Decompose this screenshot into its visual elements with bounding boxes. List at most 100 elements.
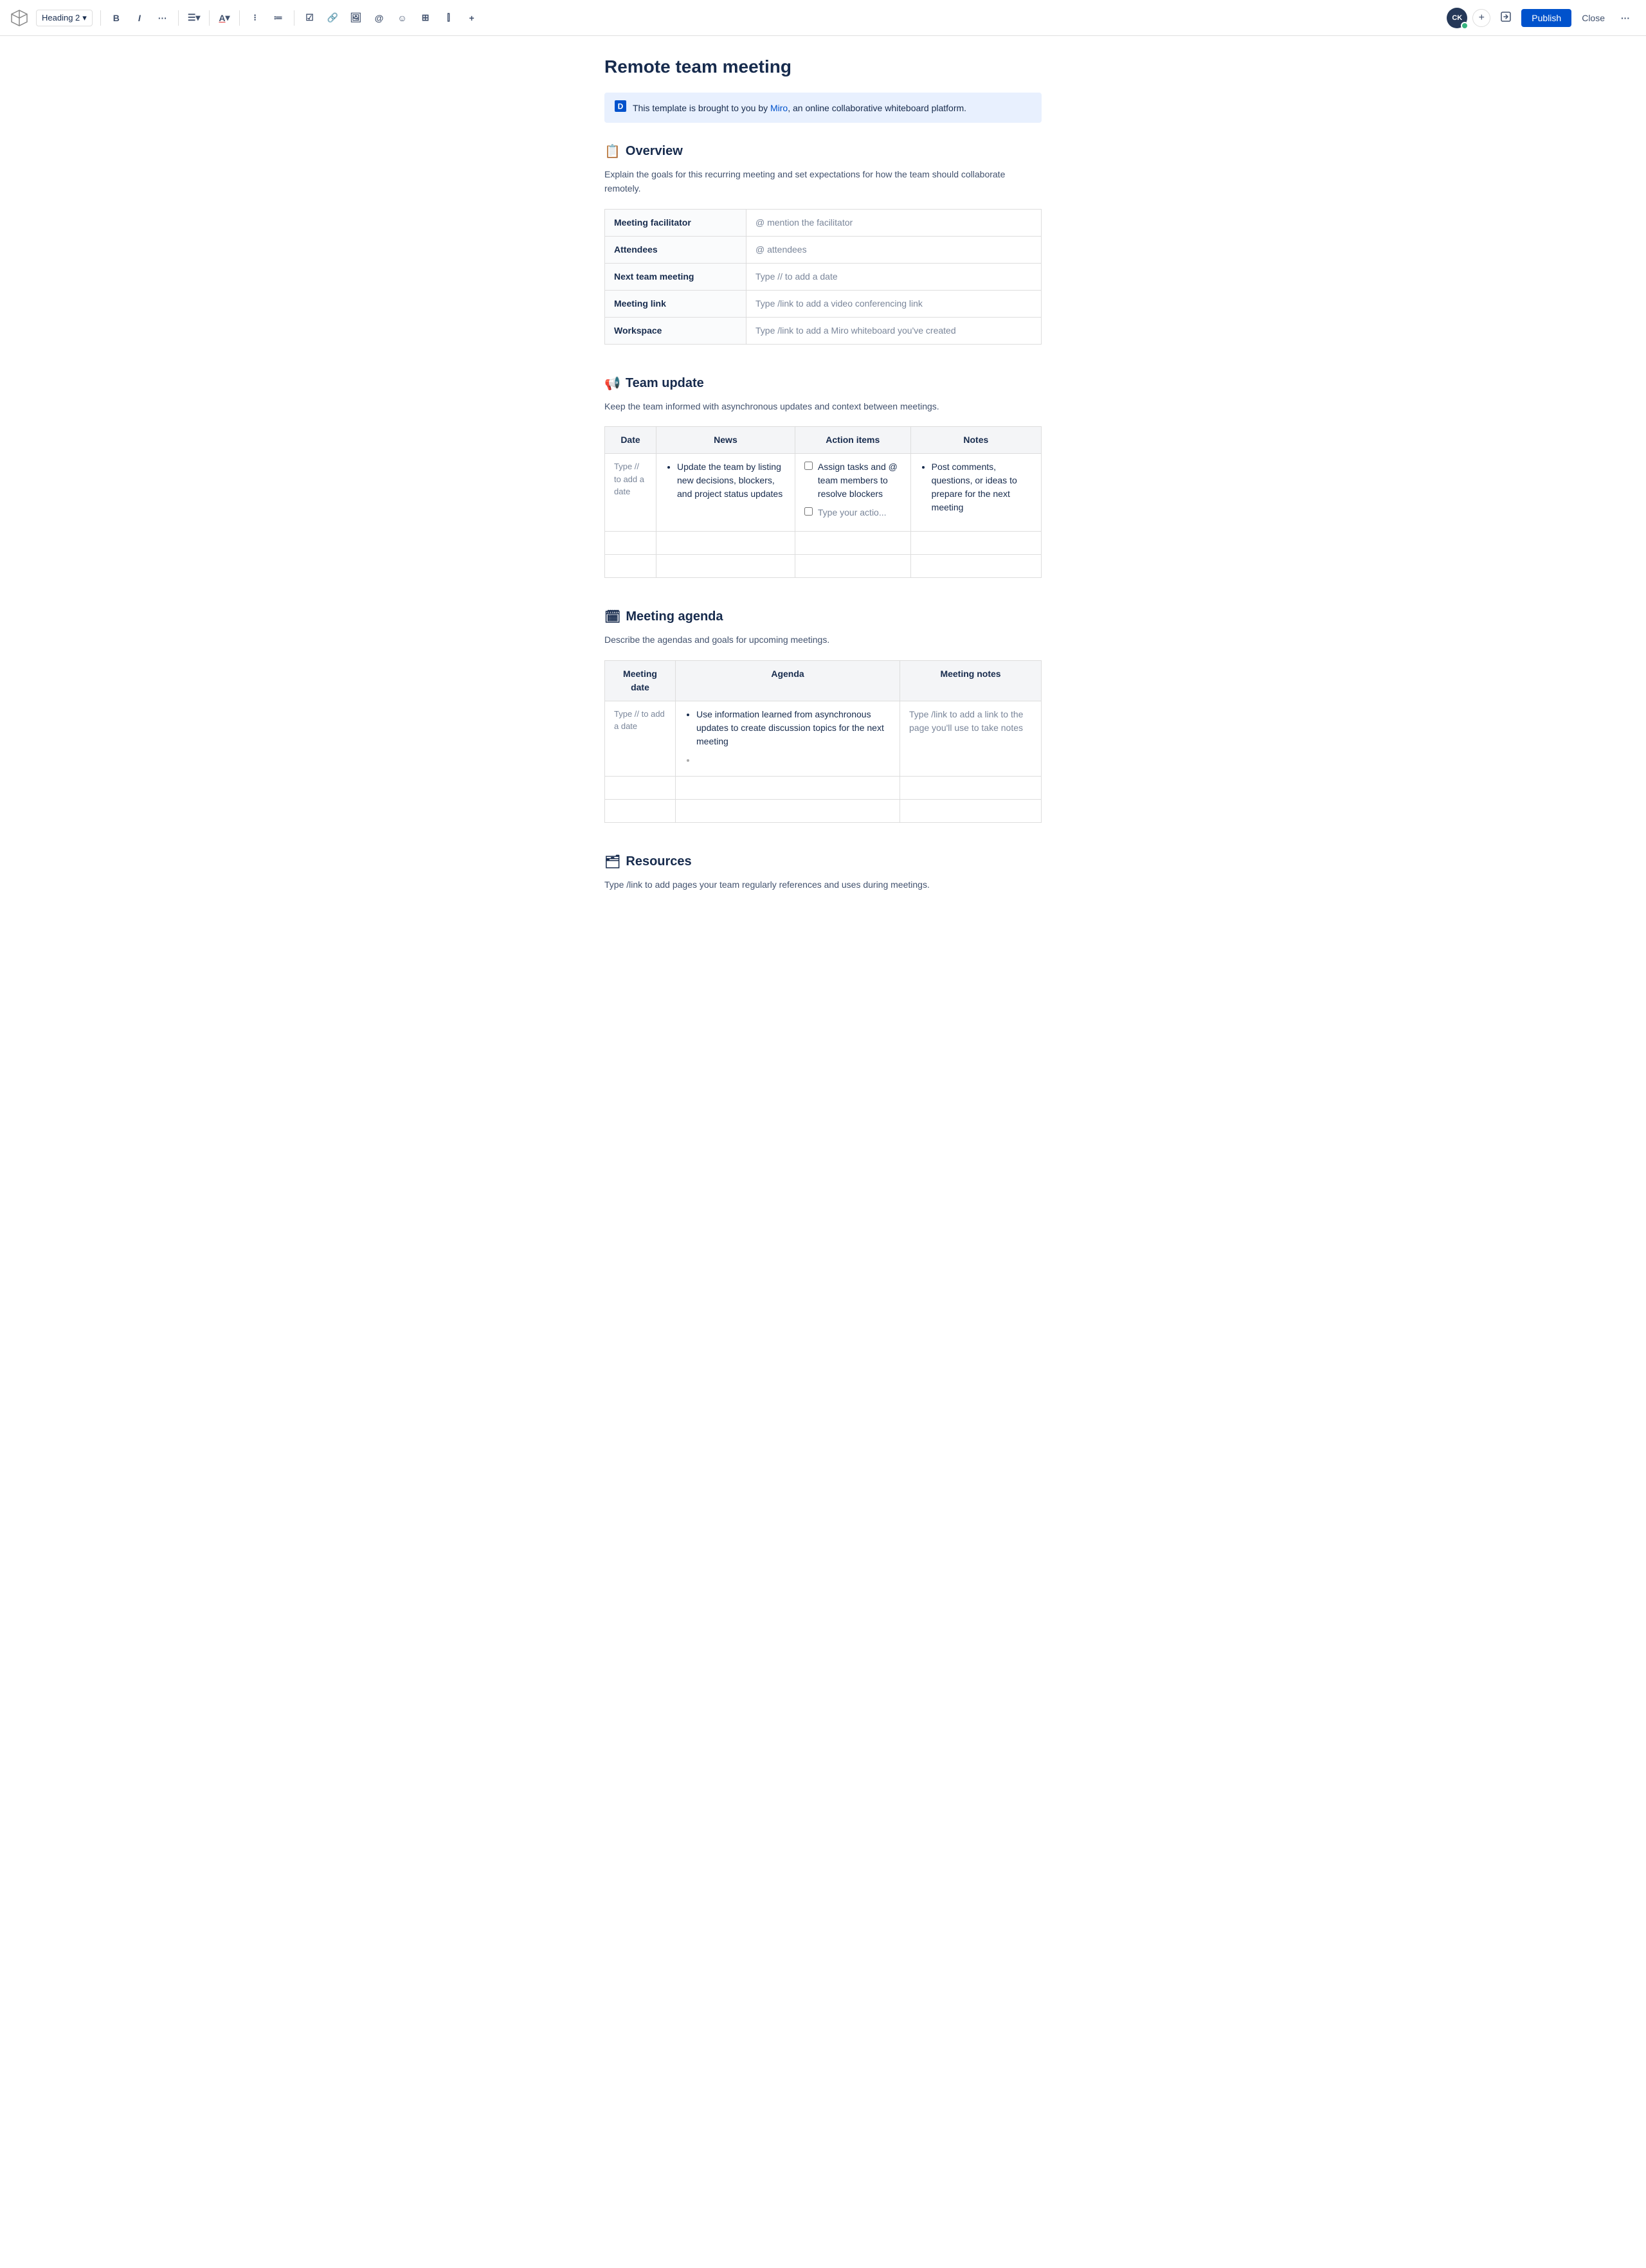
bold-button[interactable]: B xyxy=(106,8,127,28)
meeting-agenda-heading: 🗓 Meeting agenda xyxy=(604,609,1042,625)
label-meeting-link: Meeting link xyxy=(605,290,746,317)
close-button[interactable]: Close xyxy=(1577,9,1610,27)
th-news: News xyxy=(656,427,795,454)
task-button[interactable]: ☑ xyxy=(300,8,320,28)
team-update-actions[interactable]: Assign tasks and @ team members to resol… xyxy=(795,454,910,532)
text-color-button[interactable]: A ▾ xyxy=(215,8,233,28)
list-item: Post comments, questions, or ideas to pr… xyxy=(932,460,1032,514)
columns-button[interactable]: ⫿ xyxy=(439,8,459,28)
overflow-menu-button[interactable]: ··· xyxy=(1615,8,1636,28)
table-button[interactable]: ⊞ xyxy=(415,8,436,28)
meeting-agenda-description: Describe the agendas and goals for upcom… xyxy=(604,633,1042,647)
th-notes: Notes xyxy=(910,427,1041,454)
th-date: Date xyxy=(605,427,656,454)
share-button[interactable] xyxy=(1496,8,1516,28)
link-icon: 🔗 xyxy=(327,12,338,23)
image-icon: 🖼 xyxy=(350,12,362,23)
agenda-items[interactable]: Use information learned from asynchronou… xyxy=(676,701,900,776)
insert-button[interactable]: + xyxy=(462,8,482,28)
toolbar-right: CK + Publish Close ··· xyxy=(1447,8,1636,28)
align-button[interactable]: ☰ ▾ xyxy=(184,8,204,28)
toolbar: Heading 2 ▾ B I ··· ☰ ▾ A ▾ ⁝ ≔ ☑ 🔗 🖼 @ … xyxy=(0,0,1646,36)
link-button[interactable]: 🔗 xyxy=(323,8,343,28)
overview-emoji: 📋 xyxy=(604,143,620,159)
value-meeting-facilitator[interactable]: @ mention the facilitator xyxy=(746,209,1042,236)
app-logo[interactable] xyxy=(10,9,28,27)
agenda-row-empty-1 xyxy=(605,776,1042,799)
avatar-status-badge xyxy=(1461,22,1469,30)
table-row: Meeting facilitator @ mention the facili… xyxy=(605,209,1042,236)
overview-table: Meeting facilitator @ mention the facili… xyxy=(604,209,1042,345)
chevron-down-icon-align: ▾ xyxy=(195,12,200,23)
team-update-heading: 📢 Team update xyxy=(604,375,1042,392)
svg-text:D: D xyxy=(618,102,624,111)
list-item: Use information learned from asynchronou… xyxy=(696,708,891,748)
numbered-list-button[interactable]: ≔ xyxy=(268,8,289,28)
agenda-row-empty-2 xyxy=(605,799,1042,822)
team-update-date[interactable]: Type // to add a date xyxy=(605,454,656,532)
action-item-1: Assign tasks and @ team members to resol… xyxy=(804,460,901,501)
mention-button[interactable]: @ xyxy=(369,8,390,28)
heading-selector[interactable]: Heading 2 ▾ xyxy=(36,10,93,26)
meeting-agenda-section: 🗓 Meeting agenda Describe the agendas an… xyxy=(604,609,1042,822)
table-icon: ⊞ xyxy=(422,12,430,23)
team-update-table: Date News Action items Notes Type // to … xyxy=(604,426,1042,578)
value-workspace[interactable]: Type /link to add a Miro whiteboard you'… xyxy=(746,317,1042,344)
value-next-meeting[interactable]: Type // to add a date xyxy=(746,263,1042,290)
miro-link[interactable]: Miro xyxy=(770,103,788,113)
meeting-agenda-table: Meeting date Agenda Meeting notes Type /… xyxy=(604,660,1042,823)
table-row: Attendees @ attendees xyxy=(605,236,1042,263)
agenda-notes[interactable]: Type /link to add a link to the page you… xyxy=(900,701,1042,776)
label-attendees: Attendees xyxy=(605,236,746,263)
page-title[interactable]: Remote team meeting xyxy=(604,57,1042,77)
label-workspace: Workspace xyxy=(605,317,746,344)
heading-selector-label: Heading 2 xyxy=(42,13,80,22)
table-header-row: Date News Action items Notes xyxy=(605,427,1042,454)
overview-section: 📋 Overview Explain the goals for this re… xyxy=(604,143,1042,345)
value-attendees[interactable]: @ attendees xyxy=(746,236,1042,263)
th-meeting-notes: Meeting notes xyxy=(900,660,1042,701)
table-row-empty-1 xyxy=(605,532,1042,555)
agenda-meeting-date[interactable]: Type // to add a date xyxy=(605,701,676,776)
emoji-icon: ☺ xyxy=(397,13,406,23)
team-update-news[interactable]: Update the team by listing new decisions… xyxy=(656,454,795,532)
divider-1 xyxy=(100,10,101,26)
list-item-empty[interactable] xyxy=(696,753,891,767)
bullet-list-icon: ⁝ xyxy=(253,12,256,23)
table-row: Next team meeting Type // to add a date xyxy=(605,263,1042,290)
page-content: Remote team meeting D This template is b… xyxy=(579,36,1067,974)
table-row: Type // to add a date Update the team by… xyxy=(605,454,1042,532)
action-checkbox-2[interactable] xyxy=(804,507,813,516)
columns-icon: ⫿ xyxy=(447,12,449,23)
info-banner: D This template is brought to you by Mir… xyxy=(604,93,1042,123)
action-placeholder-2: Type your actio... xyxy=(818,506,887,519)
task-icon: ☑ xyxy=(305,12,314,23)
team-update-notes[interactable]: Post comments, questions, or ideas to pr… xyxy=(910,454,1041,532)
plus-icon-add: + xyxy=(1479,12,1485,24)
table-row-empty-2 xyxy=(605,555,1042,578)
th-agenda: Agenda xyxy=(676,660,900,701)
image-button[interactable]: 🖼 xyxy=(346,8,366,28)
th-action-items: Action items xyxy=(795,427,910,454)
emoji-button[interactable]: ☺ xyxy=(392,8,413,28)
publish-button[interactable]: Publish xyxy=(1521,9,1571,27)
resources-description: Type /link to add pages your team regula… xyxy=(604,878,1042,892)
chevron-down-icon-color: ▾ xyxy=(226,12,230,23)
value-meeting-link[interactable]: Type /link to add a video conferencing l… xyxy=(746,290,1042,317)
avatar[interactable]: CK xyxy=(1447,8,1467,28)
overview-description: Explain the goals for this recurring mee… xyxy=(604,167,1042,196)
bullet-list-button[interactable]: ⁝ xyxy=(245,8,266,28)
divider-4 xyxy=(239,10,240,26)
table-row: Meeting link Type /link to add a video c… xyxy=(605,290,1042,317)
resources-heading: 🗂 Resources xyxy=(604,854,1042,870)
chevron-down-icon: ▾ xyxy=(82,13,87,23)
action-checkbox-1[interactable] xyxy=(804,462,813,470)
table-row: Workspace Type /link to add a Miro white… xyxy=(605,317,1042,344)
overview-heading: 📋 Overview xyxy=(604,143,1042,159)
mention-icon: @ xyxy=(375,13,384,23)
meeting-agenda-emoji: 🗓 xyxy=(604,609,620,625)
more-formatting-button[interactable]: ··· xyxy=(152,8,173,28)
numbered-list-icon: ≔ xyxy=(274,12,283,23)
add-user-button[interactable]: + xyxy=(1472,9,1490,27)
italic-button[interactable]: I xyxy=(129,8,150,28)
